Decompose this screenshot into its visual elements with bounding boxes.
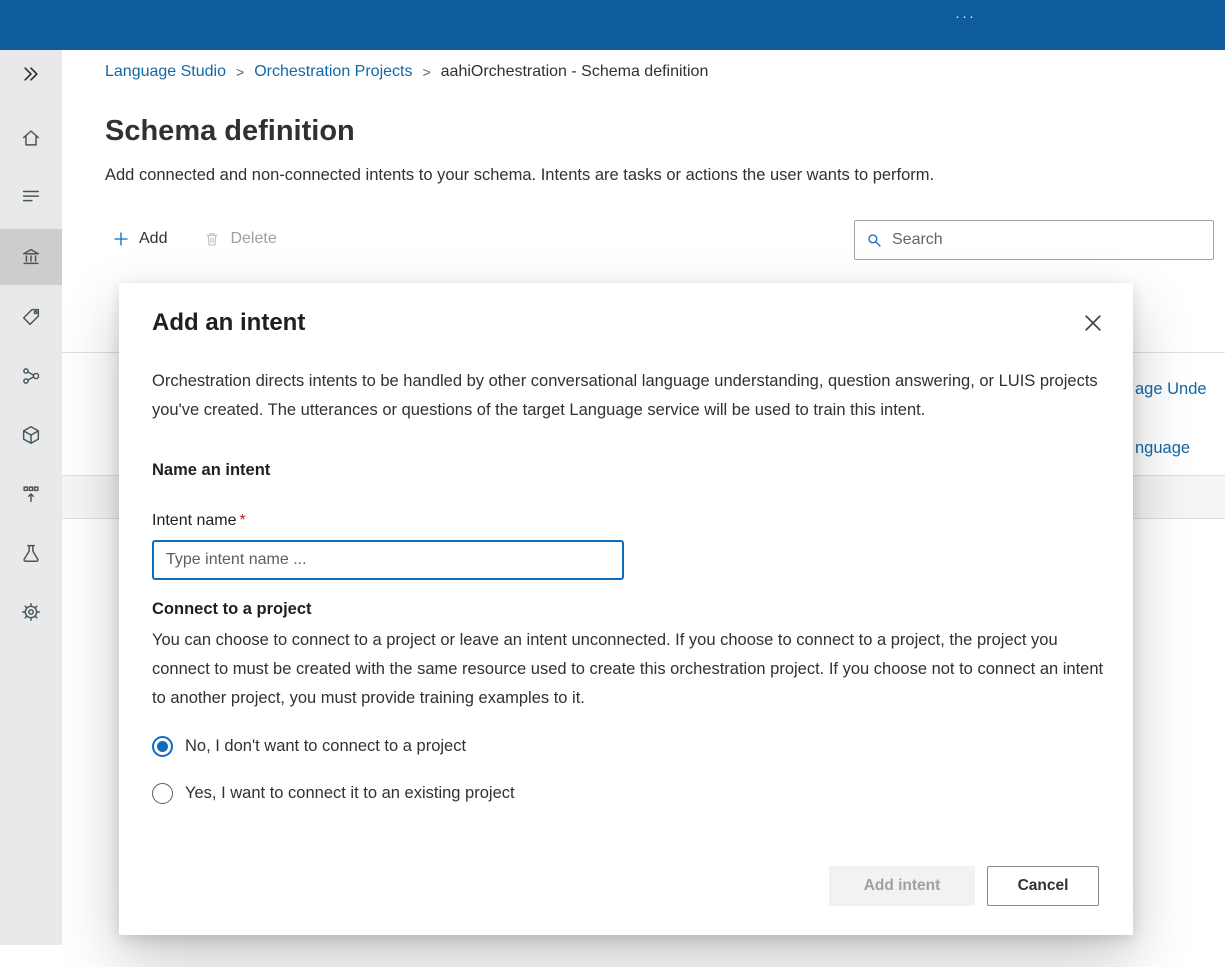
radio-yes-connect-label: Yes, I want to connect it to an existing… [185,784,515,802]
search-input[interactable] [892,231,1203,249]
sidebar-item-deployment[interactable] [0,470,62,518]
radio-unselected-icon [152,783,173,804]
tag-icon [22,308,40,326]
dialog-title: Add an intent [152,309,306,336]
dialog-description: Orchestration directs intents to be hand… [152,372,1098,419]
table-link-fragment[interactable]: age Unde [1135,380,1207,399]
deploy-icon [23,486,39,503]
sidebar-nav [0,50,62,945]
sidebar-item-list[interactable] [0,173,62,221]
sidebar-item-model[interactable] [0,411,62,459]
sidebar-item-home[interactable] [0,114,62,162]
sidebar-item-testing[interactable] [0,529,62,577]
breadcrumb: Language Studio > Orchestration Projects… [105,63,708,81]
toolbar: Add Delete [112,230,277,248]
breadcrumb-separator: > [422,64,431,80]
sidebar-item-labeling[interactable] [0,293,62,341]
connect-description: You can choose to connect to a project o… [152,631,1104,707]
sidebar-expand-button[interactable] [0,50,62,98]
name-section-heading: Name an intent [152,461,271,479]
radio-yes-connect[interactable]: Yes, I want to connect it to an existing… [152,783,515,804]
building-icon [22,248,40,265]
dialog-actions: Add intent Cancel [829,866,1099,906]
dialog-close-button[interactable] [1081,311,1105,335]
flow-nodes-icon [23,368,40,384]
sidebar-item-training[interactable] [0,352,62,400]
chevron-double-right-icon [24,67,38,81]
breadcrumb-current-page: aahiOrchestration - Schema definition [440,63,709,80]
delete-button-label: Delete [230,230,277,247]
intent-name-input[interactable] [152,540,624,580]
flask-icon [23,544,39,562]
add-intent-button[interactable]: Add intent [829,866,975,906]
radio-no-connect-label: No, I don't want to connect to a project [185,737,467,755]
home-icon [22,130,40,146]
connect-section-heading: Connect to a project [152,600,312,618]
page-title: Schema definition [105,115,355,147]
page-subtitle: Add connected and non-connected intents … [105,166,935,184]
delete-button[interactable]: Delete [203,230,277,248]
language-studio-screen: ··· Language Studio > Orchestration Proj… [0,0,1225,967]
add-button[interactable]: Add [112,230,167,248]
search-icon [868,234,881,247]
radio-selected-icon [152,736,173,757]
cube-icon [22,426,40,444]
search-box[interactable] [854,220,1214,260]
add-button-label: Add [139,230,168,247]
sidebar-item-settings[interactable] [0,588,62,636]
intent-name-label-text: Intent name [152,512,237,529]
breadcrumb-language-studio[interactable]: Language Studio [105,63,226,81]
breadcrumb-separator: > [236,64,245,80]
close-icon [1085,315,1101,331]
overflow-menu-icon[interactable]: ··· [955,8,976,25]
add-intent-dialog: Add an intent Orchestration directs inte… [119,283,1133,935]
gear-icon [22,603,40,621]
trash-icon [206,233,219,246]
plus-icon [114,232,128,246]
radio-no-connect[interactable]: No, I don't want to connect to a project [152,736,466,757]
sidebar-item-schema[interactable] [0,229,62,285]
cancel-button[interactable]: Cancel [987,866,1099,906]
list-icon [22,190,40,202]
breadcrumb-orchestration-projects[interactable]: Orchestration Projects [254,63,412,81]
table-link-fragment[interactable]: nguage [1135,439,1190,458]
top-app-bar: ··· [0,0,1225,50]
required-asterisk: * [239,512,246,529]
intent-name-label: Intent name * [152,512,246,530]
